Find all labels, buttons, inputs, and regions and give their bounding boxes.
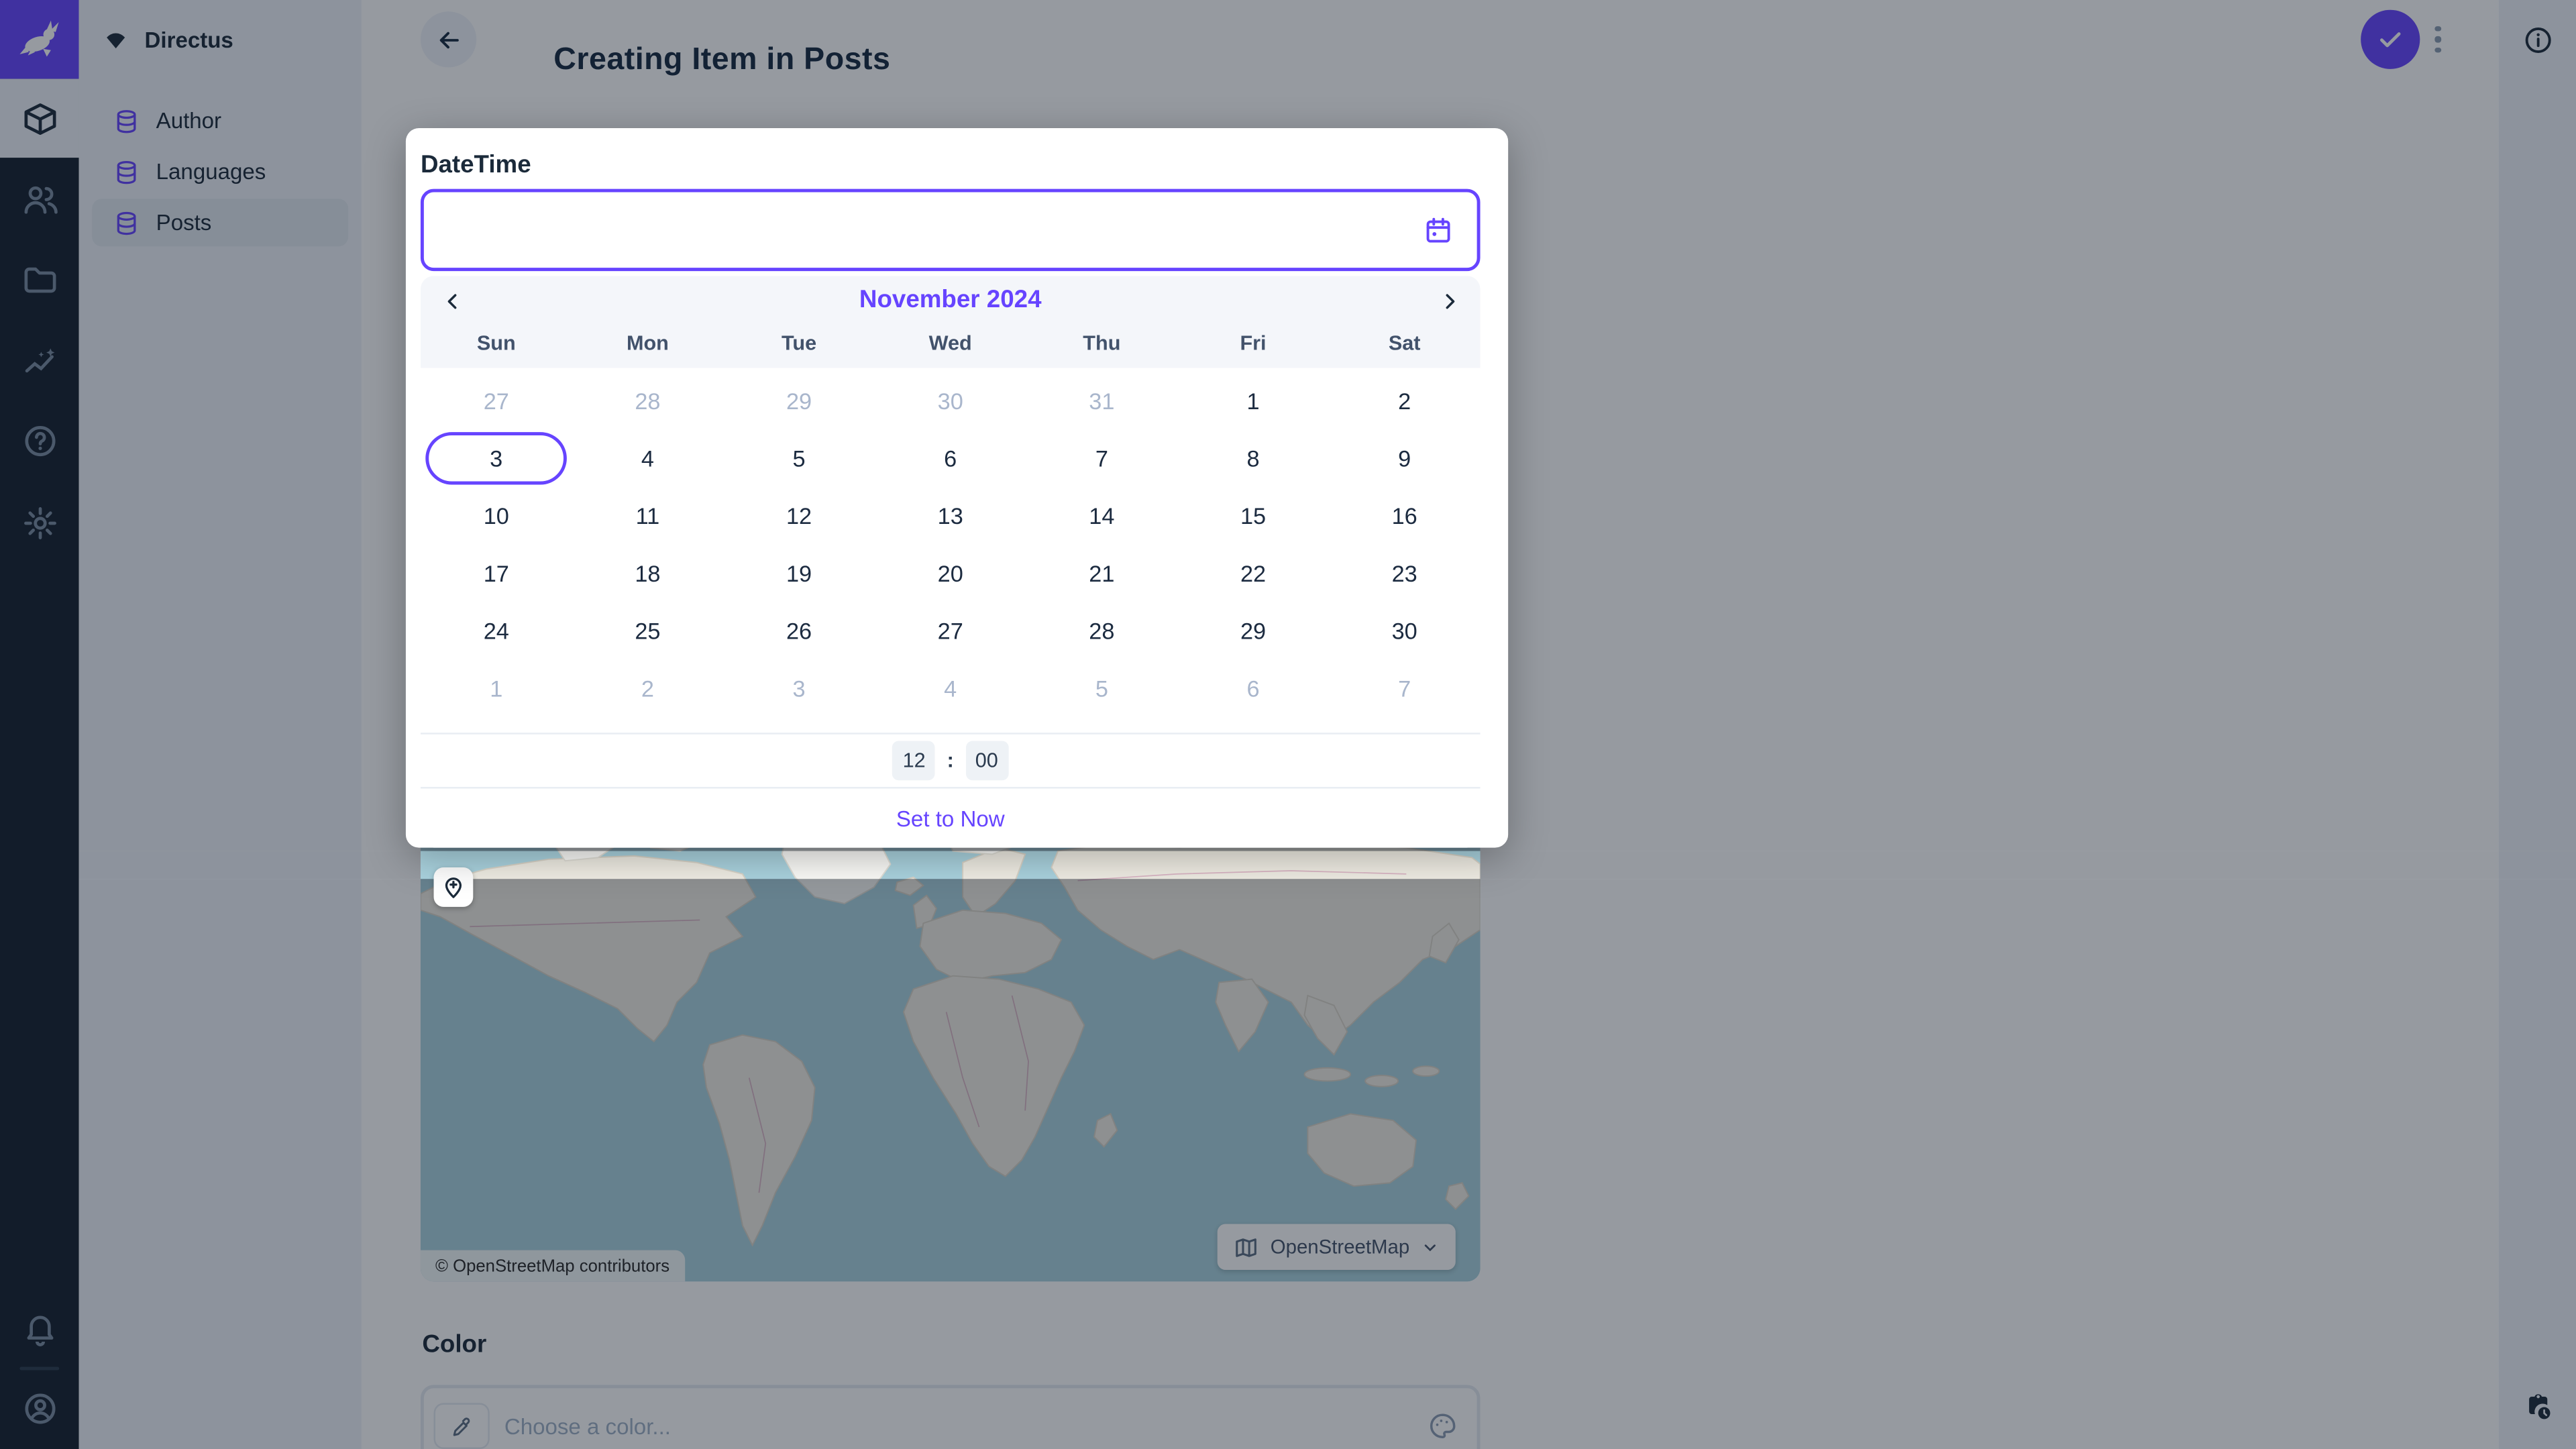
calendar-day-cell[interactable]: 30 — [875, 371, 1026, 429]
calendar-day-cell[interactable]: 25 — [572, 601, 724, 659]
location-pin-plus-icon — [440, 874, 466, 900]
calendar-day-cell[interactable]: 26 — [723, 601, 875, 659]
calendar-day-cell[interactable]: 7 — [1329, 659, 1481, 716]
calendar-day-cell[interactable]: 24 — [421, 601, 572, 659]
calendar-day-cell[interactable]: 28 — [1026, 601, 1178, 659]
calendar-day-cell[interactable]: 20 — [875, 544, 1026, 602]
next-month-button[interactable] — [1431, 282, 1467, 319]
calendar-day-cell[interactable]: 3 — [723, 659, 875, 716]
calendar-day-cell[interactable]: 16 — [1329, 486, 1481, 544]
calendar-header: November 2024 Sun Mon Tue Wed Thu Fri Sa… — [421, 276, 1481, 368]
day-name: Fri — [1177, 322, 1329, 365]
calendar-day-cell[interactable]: 18 — [572, 544, 724, 602]
calendar-day-cell[interactable]: 10 — [421, 486, 572, 544]
hour-input[interactable]: 12 — [893, 741, 936, 780]
calendar-day-cell[interactable]: 6 — [1177, 659, 1329, 716]
calendar-day-cell[interactable]: 14 — [1026, 486, 1178, 544]
calendar-day-cell[interactable]: 1 — [421, 659, 572, 716]
time-row: 12 : 00 — [421, 733, 1481, 788]
calendar-day-cell[interactable]: 12 — [723, 486, 875, 544]
calendar-day-cell[interactable]: 8 — [1177, 429, 1329, 486]
month-label: November 2024 — [421, 285, 1481, 313]
calendar-day-cell[interactable]: 6 — [875, 429, 1026, 486]
calendar-day-cell[interactable]: 2 — [1329, 371, 1481, 429]
datetime-field-label: DateTime — [421, 151, 531, 179]
calendar-day-cell[interactable]: 23 — [1329, 544, 1481, 602]
chevron-right-icon — [1438, 290, 1460, 311]
calendar-day-cell[interactable]: 11 — [572, 486, 724, 544]
calendar-day-cell[interactable]: 3 — [421, 429, 572, 486]
datetime-input[interactable] — [421, 189, 1481, 271]
set-to-now-row: Set to Now — [421, 789, 1481, 848]
day-name: Tue — [723, 322, 875, 365]
calendar-day-cell[interactable]: 27 — [875, 601, 1026, 659]
minute-input[interactable]: 00 — [965, 741, 1008, 780]
map-locate-button[interactable] — [434, 867, 474, 907]
calendar-day-cell[interactable]: 21 — [1026, 544, 1178, 602]
day-name: Sun — [421, 322, 572, 365]
calendar-day-cell[interactable]: 30 — [1329, 601, 1481, 659]
calendar-day-cell[interactable]: 31 — [1026, 371, 1178, 429]
calendar-day-cell[interactable]: 28 — [572, 371, 724, 429]
calendar-day-cell[interactable]: 5 — [1026, 659, 1178, 716]
datetime-menu: November 2024 Sun Mon Tue Wed Thu Fri Sa… — [421, 276, 1481, 847]
day-name: Thu — [1026, 322, 1178, 365]
calendar-day-cell[interactable]: 9 — [1329, 429, 1481, 486]
calendar-day-cell[interactable]: 22 — [1177, 544, 1329, 602]
calendar-day-cell[interactable]: 29 — [1177, 601, 1329, 659]
dim-overlay — [0, 879, 2576, 1449]
calendar-day-cell[interactable]: 1 — [1177, 371, 1329, 429]
app-viewport: Directus Author Languages Posts — [0, 0, 2576, 1449]
calendar-day-cell[interactable]: 17 — [421, 544, 572, 602]
dim-overlay — [0, 851, 421, 879]
calendar-grid: 2728293031123456789101112131415161718192… — [421, 371, 1481, 716]
calendar-day-cell[interactable]: 29 — [723, 371, 875, 429]
calendar-day-cell[interactable]: 4 — [875, 659, 1026, 716]
day-name: Mon — [572, 322, 724, 365]
calendar-day-cell[interactable]: 19 — [723, 544, 875, 602]
calendar-day-cell[interactable]: 4 — [572, 429, 724, 486]
dim-overlay — [1481, 851, 2576, 879]
calendar-day-cell[interactable]: 27 — [421, 371, 572, 429]
calendar-icon[interactable] — [1423, 215, 1454, 246]
time-separator: : — [947, 749, 954, 772]
calendar-day-cell[interactable]: 2 — [572, 659, 724, 716]
calendar-day-cell[interactable]: 15 — [1177, 486, 1329, 544]
day-names-row: Sun Mon Tue Wed Thu Fri Sat — [421, 322, 1481, 365]
day-name: Wed — [875, 322, 1026, 365]
day-name: Sat — [1329, 322, 1481, 365]
calendar-day-cell[interactable]: 13 — [875, 486, 1026, 544]
calendar-day-cell[interactable]: 7 — [1026, 429, 1178, 486]
datetime-popup: DateTime November 2024 — [406, 128, 1508, 848]
month-row: November 2024 — [421, 276, 1481, 322]
set-to-now-button[interactable]: Set to Now — [896, 806, 1005, 830]
calendar-day-cell[interactable]: 5 — [723, 429, 875, 486]
